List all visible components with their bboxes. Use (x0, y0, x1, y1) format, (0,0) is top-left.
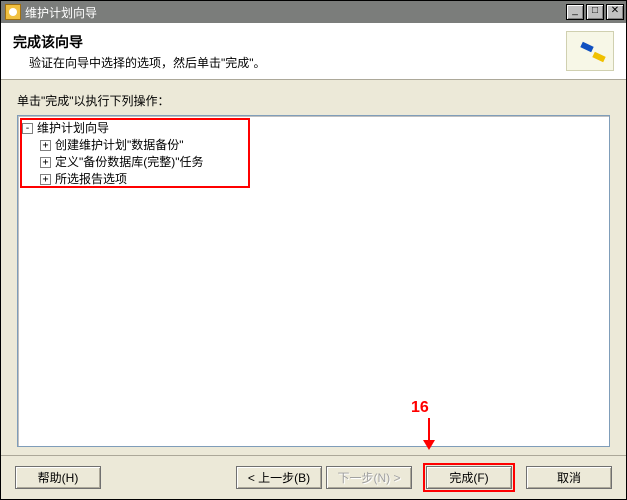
instruction-text: 单击"完成"以执行下列操作： (17, 92, 610, 109)
collapse-icon[interactable]: - (22, 123, 33, 134)
close-button[interactable]: ✕ (606, 4, 624, 20)
maximize-button[interactable]: □ (586, 4, 604, 20)
wizard-footer: 帮助(H) < 上一步(B) 下一步(N) > 完成(F) 取消 (1, 455, 626, 499)
tree-item-label: 定义"备份数据库(完整)"任务 (55, 154, 204, 171)
tree-item[interactable]: + 所选报告选项 (22, 171, 605, 188)
help-button[interactable]: 帮助(H) (15, 466, 101, 489)
tree-root-label: 维护计划向导 (37, 120, 109, 137)
finish-button[interactable]: 完成(F) (426, 466, 512, 489)
tree-item-label: 所选报告选项 (55, 171, 127, 188)
wizard-body: 单击"完成"以执行下列操作： - 维护计划向导 + 创建维护计划"数据备份" +… (1, 80, 626, 455)
cancel-button[interactable]: 取消 (526, 466, 612, 489)
expand-icon[interactable]: + (40, 174, 51, 185)
app-icon (5, 4, 21, 20)
wizard-icon (566, 31, 614, 71)
back-button[interactable]: < 上一步(B) (236, 466, 322, 489)
expand-icon[interactable]: + (40, 157, 51, 168)
page-title: 完成该向导 (13, 32, 558, 52)
titlebar: 维护计划向导 _ □ ✕ (1, 1, 626, 23)
minimize-button[interactable]: _ (566, 4, 584, 20)
summary-tree-container: - 维护计划向导 + 创建维护计划"数据备份" + 定义"备份数据库(完整)"任… (17, 115, 610, 447)
tree-item[interactable]: + 创建维护计划"数据备份" (22, 137, 605, 154)
tree-item-label: 创建维护计划"数据备份" (55, 137, 184, 154)
titlebar-buttons: _ □ ✕ (566, 4, 624, 20)
tree-root[interactable]: - 维护计划向导 (22, 120, 605, 137)
summary-tree[interactable]: - 维护计划向导 + 创建维护计划"数据备份" + 定义"备份数据库(完整)"任… (18, 116, 609, 192)
wizard-window: 维护计划向导 _ □ ✕ 完成该向导 验证在向导中选择的选项，然后单击"完成"。… (0, 0, 627, 500)
page-subtitle: 验证在向导中选择的选项，然后单击"完成"。 (13, 54, 558, 71)
next-button: 下一步(N) > (326, 466, 412, 489)
expand-icon[interactable]: + (40, 140, 51, 151)
wizard-header: 完成该向导 验证在向导中选择的选项，然后单击"完成"。 (1, 23, 626, 80)
window-title: 维护计划向导 (25, 4, 566, 21)
tree-item[interactable]: + 定义"备份数据库(完整)"任务 (22, 154, 605, 171)
